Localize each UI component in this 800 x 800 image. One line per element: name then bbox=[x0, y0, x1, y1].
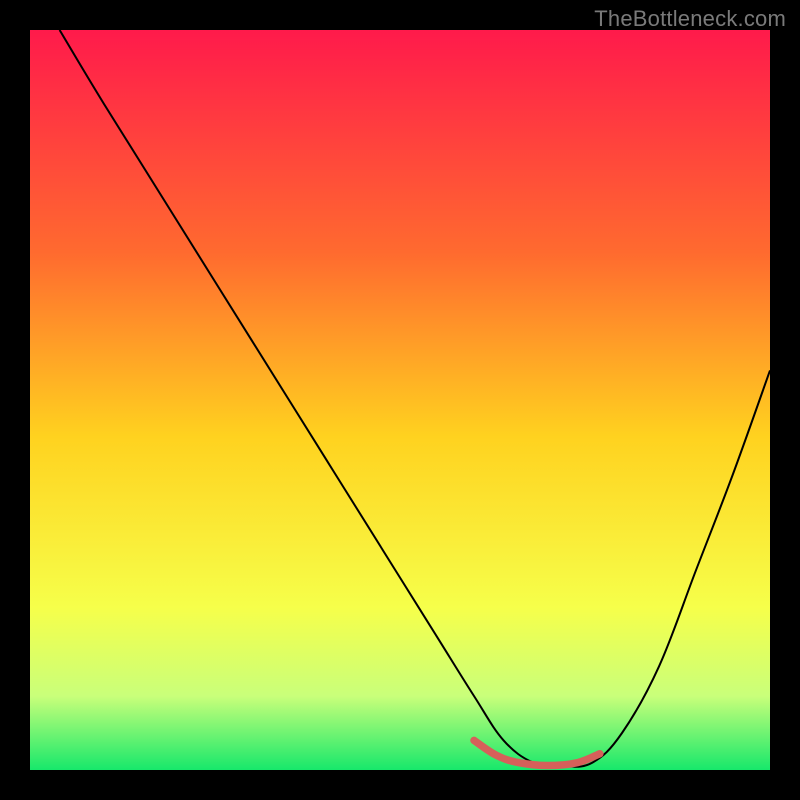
chart-frame: TheBottleneck.com bbox=[0, 0, 800, 800]
chart-svg bbox=[30, 30, 770, 770]
gradient-background bbox=[30, 30, 770, 770]
plot-area bbox=[30, 30, 770, 770]
watermark-text: TheBottleneck.com bbox=[594, 6, 786, 32]
